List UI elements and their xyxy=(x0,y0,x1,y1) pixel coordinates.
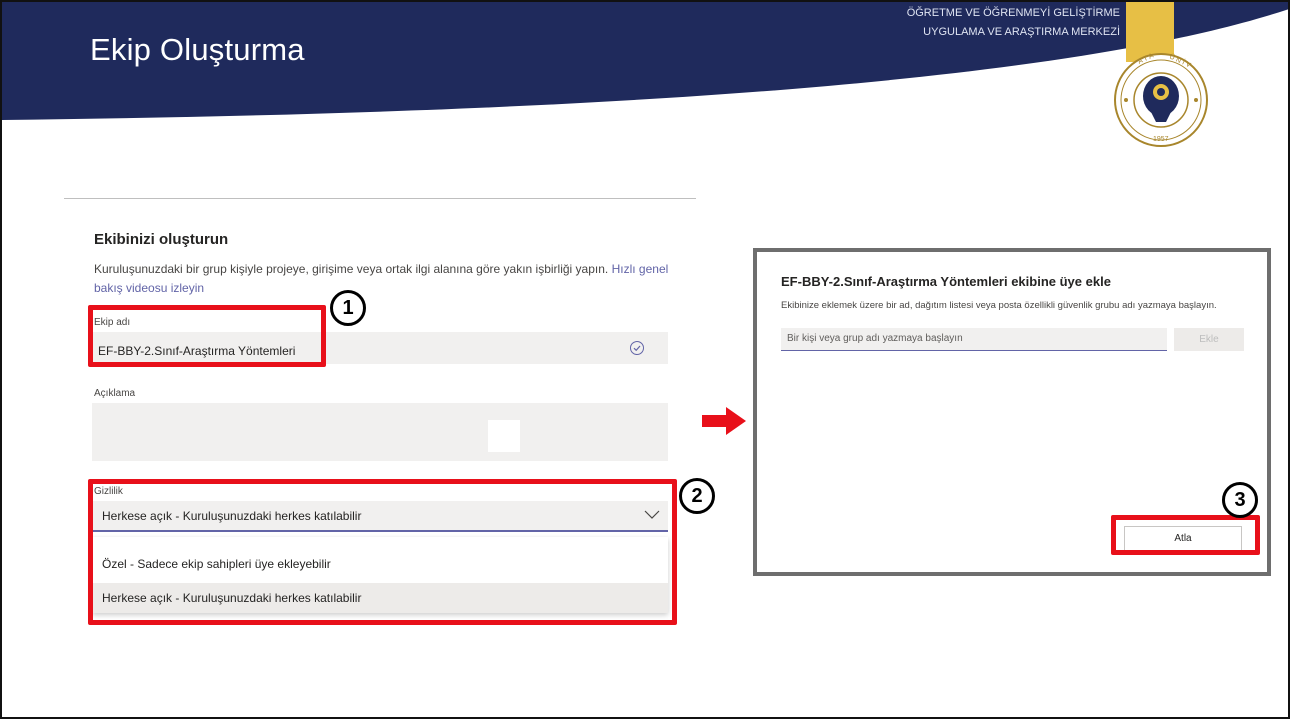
description-field[interactable] xyxy=(92,403,668,461)
people-search-placeholder: Bir kişi veya grup adı yazmaya başlayın xyxy=(787,333,963,344)
arrow-right-icon xyxy=(702,407,746,435)
description-text: Kuruluşunuzdaki bir grup kişiyle projeye… xyxy=(94,262,609,276)
center-name: ÖĞRETME VE ÖĞRENMEYİ GELİŞTİRME UYGULAMA… xyxy=(820,4,1120,42)
step-badge-2: 2 xyxy=(679,478,715,514)
description-label: Açıklama xyxy=(94,388,136,399)
placeholder-square xyxy=(488,420,520,452)
dialog-title: EF-BBY-2.Sınıf-Araştırma Yöntemleri ekib… xyxy=(781,274,1111,289)
highlight-box-2 xyxy=(88,479,677,625)
slide-title: Ekip Oluşturma xyxy=(90,32,305,67)
form-heading: Ekibinizi oluşturun xyxy=(94,231,229,248)
highlight-box-1 xyxy=(88,305,326,367)
slide: Ekip Oluşturma ÖĞRETME VE ÖĞRENMEYİ GELİ… xyxy=(0,0,1290,719)
form-description: Kuruluşunuzdaki bir grup kişiyle projeye… xyxy=(94,260,672,298)
university-seal-icon: A T A Ü N İ V 1957 xyxy=(1114,52,1208,147)
svg-text:1957: 1957 xyxy=(1153,136,1169,143)
center-name-line2: UYGULAMA VE ARAŞTIRMA MERKEZİ xyxy=(923,26,1120,38)
dialog-description: Ekibinize eklemek üzere bir ad, dağıtım … xyxy=(781,300,1217,311)
step-badge-1: 1 xyxy=(330,290,366,326)
center-name-line1: ÖĞRETME VE ÖĞRENMEYİ GELİŞTİRME xyxy=(906,7,1120,19)
divider xyxy=(64,198,696,199)
people-search-input[interactable]: Bir kişi veya grup adı yazmaya başlayın xyxy=(781,328,1167,351)
step-badge-3: 3 xyxy=(1222,482,1258,518)
highlight-box-3 xyxy=(1111,515,1260,555)
add-button[interactable]: Ekle xyxy=(1174,328,1244,351)
checkmark-circle-icon xyxy=(630,341,644,355)
